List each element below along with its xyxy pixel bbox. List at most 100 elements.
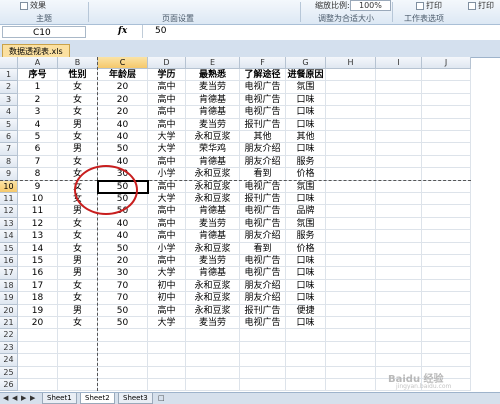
table-cell[interactable] xyxy=(326,180,376,193)
table-cell[interactable]: 50 xyxy=(98,317,148,330)
row-header[interactable]: 8 xyxy=(0,155,18,169)
row-header[interactable]: 7 xyxy=(0,143,18,156)
table-cell[interactable]: 电视广告 xyxy=(240,93,286,107)
table-cell[interactable] xyxy=(58,329,98,342)
table-cell[interactable]: 女 xyxy=(58,93,98,107)
table-cell[interactable]: 永和豆浆 xyxy=(186,131,240,144)
table-cell[interactable] xyxy=(422,143,471,156)
sheet-tab-sheet3[interactable]: Sheet3 xyxy=(118,393,153,404)
table-cell[interactable]: 口味 xyxy=(286,255,326,268)
table-cell[interactable] xyxy=(58,379,98,392)
table-cell[interactable] xyxy=(58,354,98,367)
table-cell[interactable] xyxy=(422,217,471,231)
table-cell[interactable]: 大学 xyxy=(148,143,186,156)
table-header-cell[interactable]: 年龄层 xyxy=(98,69,148,82)
table-cell[interactable] xyxy=(422,341,471,355)
table-cell[interactable] xyxy=(326,292,376,305)
table-cell[interactable] xyxy=(376,292,422,305)
table-cell[interactable] xyxy=(422,193,471,206)
table-cell[interactable]: 4 xyxy=(18,118,58,131)
table-cell[interactable] xyxy=(326,366,376,379)
table-cell[interactable]: 女 xyxy=(58,131,98,144)
table-cell[interactable]: 40 xyxy=(98,230,148,243)
table-cell[interactable] xyxy=(98,341,148,355)
formula-input[interactable]: 50 xyxy=(142,25,500,38)
table-cell[interactable]: 40 xyxy=(98,131,148,144)
table-cell[interactable]: 品牌 xyxy=(286,205,326,218)
table-cell[interactable]: 50 xyxy=(98,304,148,317)
table-header-cell[interactable] xyxy=(422,69,471,82)
table-cell[interactable]: 永和豆浆 xyxy=(186,279,240,293)
table-cell[interactable]: 电视广告 xyxy=(240,81,286,94)
table-cell[interactable]: 电视广告 xyxy=(240,217,286,231)
table-cell[interactable] xyxy=(422,106,471,119)
table-cell[interactable] xyxy=(376,217,422,231)
table-cell[interactable]: 报刊广告 xyxy=(240,193,286,206)
table-cell[interactable]: 肯德基 xyxy=(186,106,240,119)
table-cell[interactable] xyxy=(240,354,286,367)
table-cell[interactable]: 大学 xyxy=(148,267,186,280)
table-cell[interactable]: 18 xyxy=(18,292,58,305)
table-cell[interactable] xyxy=(326,242,376,255)
table-cell[interactable]: 7 xyxy=(18,155,58,169)
column-header-c[interactable]: C xyxy=(98,57,148,69)
table-cell[interactable]: 小学 xyxy=(148,242,186,255)
table-cell[interactable]: 氛围 xyxy=(286,180,326,193)
table-cell[interactable]: 口味 xyxy=(286,118,326,131)
table-cell[interactable]: 40 xyxy=(98,217,148,231)
row-header[interactable]: 6 xyxy=(0,131,18,144)
table-cell[interactable] xyxy=(148,366,186,379)
table-cell[interactable] xyxy=(376,279,422,293)
table-cell[interactable] xyxy=(98,366,148,379)
table-cell[interactable]: 麦当劳 xyxy=(186,255,240,268)
table-cell[interactable] xyxy=(326,205,376,218)
table-cell[interactable] xyxy=(376,267,422,280)
table-cell[interactable] xyxy=(98,329,148,342)
table-cell[interactable] xyxy=(186,329,240,342)
table-cell[interactable] xyxy=(240,379,286,392)
table-cell[interactable] xyxy=(186,379,240,392)
insert-function-icon[interactable]: fx xyxy=(118,26,127,36)
row-header[interactable]: 17 xyxy=(0,267,18,280)
table-cell[interactable]: 口味 xyxy=(286,93,326,107)
table-cell[interactable] xyxy=(18,366,58,379)
table-cell[interactable]: 男 xyxy=(58,255,98,268)
table-cell[interactable] xyxy=(326,193,376,206)
table-cell[interactable]: 高中 xyxy=(148,106,186,119)
table-cell[interactable] xyxy=(186,341,240,355)
table-cell[interactable]: 荣华鸡 xyxy=(186,143,240,156)
row-header[interactable]: 2 xyxy=(0,81,18,94)
table-cell[interactable]: 男 xyxy=(58,267,98,280)
table-cell[interactable]: 高中 xyxy=(148,93,186,107)
row-header[interactable]: 14 xyxy=(0,230,18,243)
table-cell[interactable]: 初中 xyxy=(148,279,186,293)
first-sheet-icon[interactable]: ◀ xyxy=(3,394,8,402)
table-cell[interactable] xyxy=(376,242,422,255)
table-cell[interactable]: 高中 xyxy=(148,304,186,317)
table-cell[interactable]: 70 xyxy=(98,279,148,293)
row-header[interactable]: 23 xyxy=(0,341,18,355)
table-cell[interactable]: 高中 xyxy=(148,217,186,231)
table-cell[interactable]: 9 xyxy=(18,180,58,193)
table-cell[interactable] xyxy=(422,292,471,305)
table-cell[interactable]: 服务 xyxy=(286,230,326,243)
row-header[interactable]: 16 xyxy=(0,255,18,268)
table-cell[interactable]: 肯德基 xyxy=(186,230,240,243)
table-cell[interactable] xyxy=(240,366,286,379)
table-cell[interactable] xyxy=(18,379,58,392)
row-header[interactable]: 20 xyxy=(0,304,18,317)
table-cell[interactable]: 肯德基 xyxy=(186,205,240,218)
row-header[interactable]: 18 xyxy=(0,279,18,293)
table-cell[interactable]: 口味 xyxy=(286,292,326,305)
table-cell[interactable]: 口味 xyxy=(286,106,326,119)
table-cell[interactable] xyxy=(326,81,376,94)
table-cell[interactable]: 女 xyxy=(58,242,98,255)
table-cell[interactable] xyxy=(376,118,422,131)
table-cell[interactable]: 女 xyxy=(58,292,98,305)
column-header-e[interactable]: E xyxy=(186,57,240,69)
column-header-j[interactable]: J xyxy=(422,57,471,69)
table-cell[interactable]: 肯德基 xyxy=(186,93,240,107)
table-cell[interactable] xyxy=(376,155,422,169)
row-header[interactable]: 19 xyxy=(0,292,18,305)
table-cell[interactable] xyxy=(148,329,186,342)
